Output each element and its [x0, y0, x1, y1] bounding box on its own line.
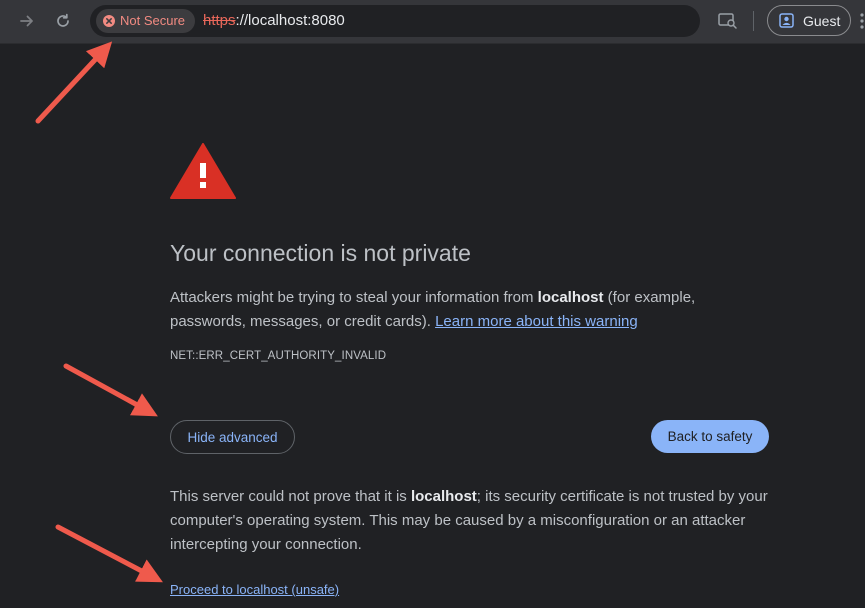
profile-button[interactable]: Guest	[767, 5, 851, 36]
back-to-safety-button[interactable]: Back to safety	[651, 420, 769, 453]
hide-advanced-button[interactable]: Hide advanced	[170, 420, 295, 454]
forward-arrow-icon[interactable]	[18, 12, 36, 30]
details-text: This server could not prove that it is	[170, 488, 411, 505]
annotation-arrow-security-chip	[35, 41, 113, 124]
reload-icon[interactable]	[54, 12, 72, 30]
warning-message-text: Attackers might be trying to steal your …	[170, 289, 538, 306]
profile-label: Guest	[803, 13, 841, 29]
page-info-icon[interactable]	[718, 12, 738, 30]
page-title: Your connection is not private	[170, 240, 471, 266]
advanced-details: This server could not prove that it is l…	[170, 485, 770, 557]
toolbar-divider	[753, 11, 754, 31]
proceed-unsafe-link[interactable]: Proceed to localhost (unsafe)	[170, 582, 339, 597]
address-bar[interactable]: Not Secure https://localhost:8080	[90, 5, 700, 37]
error-code: NET::ERR_CERT_AUTHORITY_INVALID	[170, 350, 387, 362]
warning-message-host: localhost	[537, 289, 604, 306]
warning-message: Attackers might be trying to steal your …	[170, 286, 770, 334]
security-warning-icon	[103, 15, 115, 27]
url-text[interactable]: https://localhost:8080	[203, 12, 345, 29]
annotation-arrow-proceed	[55, 524, 163, 583]
url-scheme: https	[203, 12, 236, 29]
details-host: localhost	[410, 488, 477, 505]
annotation-arrow-hide-advanced	[63, 363, 158, 417]
browser-toolbar: Not Secure https://localhost:8080 Guest	[0, 0, 865, 44]
url-host: ://localhost:8080	[235, 12, 345, 29]
profile-icon	[779, 13, 794, 28]
security-chip-label: Not Secure	[120, 13, 186, 28]
security-chip[interactable]: Not Secure	[96, 9, 195, 33]
learn-more-link[interactable]: Learn more about this warning	[435, 313, 638, 330]
menu-icon[interactable]	[860, 12, 864, 30]
warning-triangle-icon	[170, 143, 236, 199]
